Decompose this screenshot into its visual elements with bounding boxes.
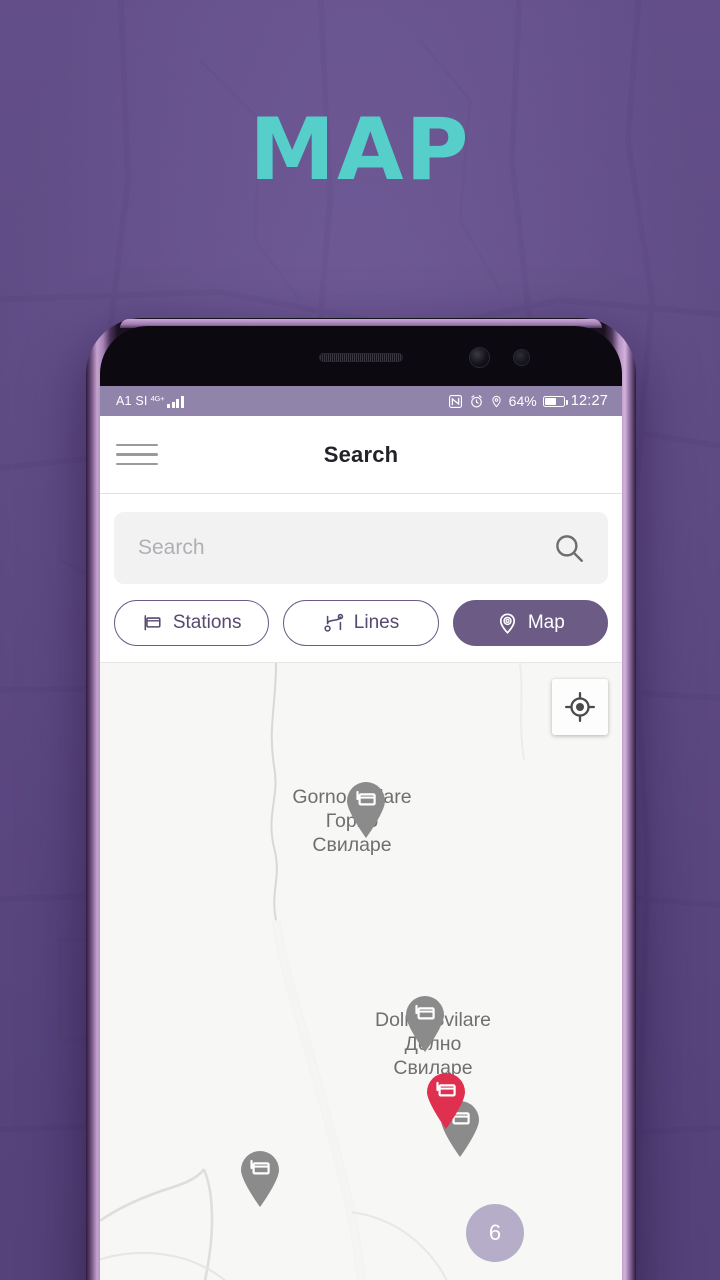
chip-stations[interactable]: Stations	[114, 600, 270, 646]
west-station-marker[interactable]	[238, 1150, 282, 1208]
clock-label: 12:27	[570, 393, 608, 409]
my-location-button[interactable]	[552, 679, 608, 735]
search-box[interactable]	[114, 512, 608, 584]
proximity-sensor-icon	[514, 350, 529, 365]
marker-pin-shape	[241, 1151, 279, 1207]
status-bar-right: 64% 12:27	[448, 393, 608, 409]
map-pin-icon	[499, 612, 515, 634]
filter-chip-group: Stations Lines Map	[100, 584, 622, 662]
app-bar: Search	[100, 416, 622, 494]
chip-lines-label: Lines	[353, 612, 400, 633]
chip-lines[interactable]: Lines	[283, 600, 439, 646]
battery-icon	[542, 395, 568, 407]
nfc-icon	[448, 394, 462, 408]
map-canvas[interactable]: Gorno Svilare Горно Свиларе Dolno Svilar…	[100, 662, 622, 1280]
alarm-icon	[470, 394, 482, 407]
earpiece-speaker	[319, 353, 403, 362]
station-sign-icon	[144, 615, 161, 631]
chip-stations-label: Stations	[172, 612, 242, 633]
chip-map-label: Map	[527, 612, 565, 633]
app-screen: A1 SI 4G+ 64% 12:27 Search Search Statio…	[100, 386, 622, 1280]
status-bar: A1 SI 4G+ 64% 12:27	[100, 386, 622, 416]
marker-pin-shape	[406, 996, 444, 1052]
marker-pin-shape	[347, 782, 385, 838]
cluster-badge[interactable]: 6	[466, 1204, 524, 1262]
dolno-svilare-marker[interactable]	[403, 995, 447, 1053]
promo-screenshot: MAP A1 SI 4G+ 64% 12:27 Search Search St…	[0, 0, 720, 1280]
route-line-icon	[324, 613, 343, 632]
front-camera-icon	[470, 348, 489, 367]
carrier-label: A1 SI	[116, 394, 148, 408]
map-roads	[100, 663, 525, 1280]
status-bar-left: A1 SI 4G+	[116, 394, 184, 408]
battery-percent-label: 64%	[508, 393, 537, 409]
signal-strength-icon	[167, 396, 184, 408]
marker-pin-shape	[427, 1073, 465, 1129]
network-type-label: 4G+	[150, 394, 165, 403]
search-section	[100, 494, 622, 584]
chip-map[interactable]: Map	[452, 600, 608, 646]
location-icon	[492, 395, 501, 407]
phone-mockup: A1 SI 4G+ 64% 12:27 Search Search Statio…	[86, 318, 636, 1280]
hamburger-menu-icon[interactable]	[116, 440, 158, 470]
promo-title: MAP	[249, 100, 471, 200]
search-icon[interactable]	[552, 531, 586, 565]
phone-bezel: A1 SI 4G+ 64% 12:27 Search Search Statio…	[100, 326, 622, 1280]
page-title: Search	[323, 441, 399, 467]
gorno-svilare-marker[interactable]	[344, 781, 388, 839]
my-location-icon	[565, 692, 595, 722]
selected-station-marker[interactable]	[424, 1072, 468, 1130]
search-input[interactable]	[138, 536, 552, 560]
